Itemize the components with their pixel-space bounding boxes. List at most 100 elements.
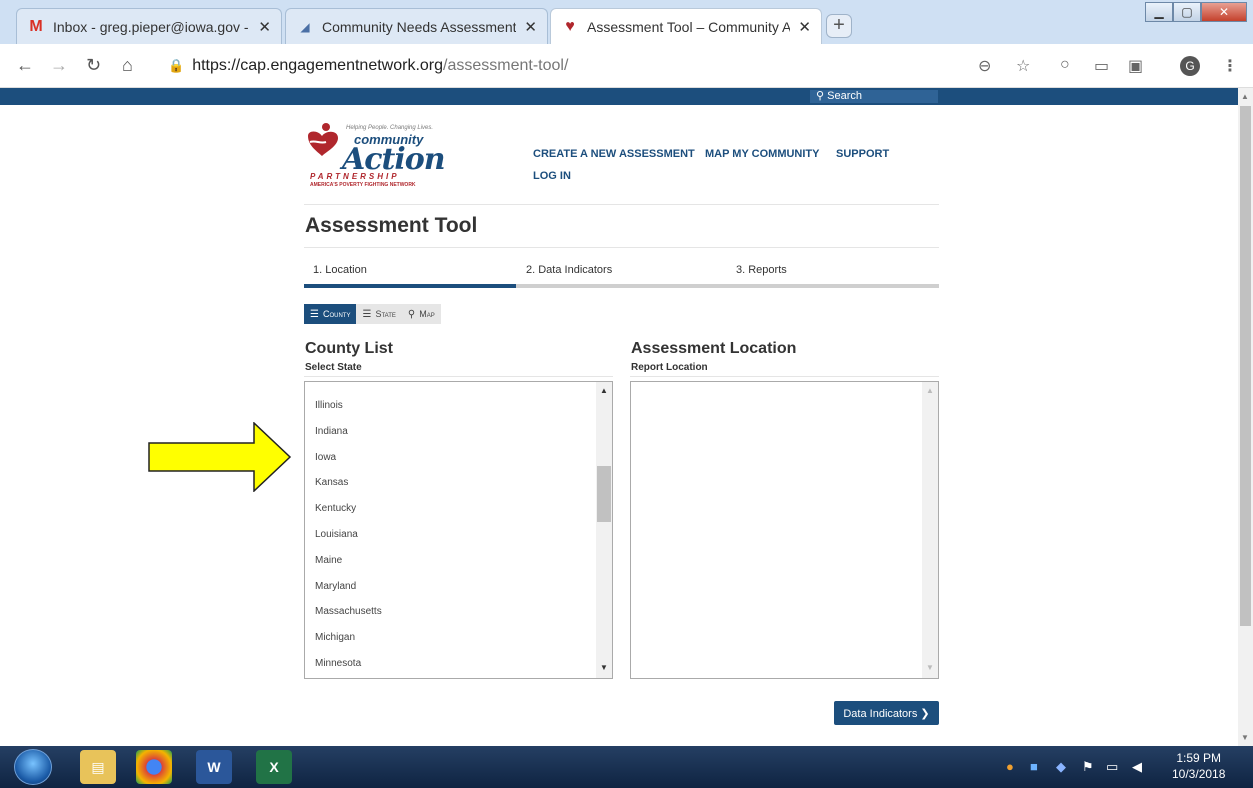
tab-map[interactable]: ⚲ Map [401,304,441,324]
community-action-logo[interactable]: Helping People. Changing Lives. communit… [304,120,446,192]
url-host: https://cap.engagementnetwork.org [192,57,444,74]
divider [304,204,939,205]
close-icon[interactable]: ✕ [524,18,537,36]
nav-create-assessment[interactable]: CREATE A NEW ASSESSMENT [533,148,695,160]
tab-label: County [322,309,351,319]
logo-tagline: Helping People. Changing Lives. [346,125,434,131]
gmail-icon: M [29,17,43,35]
clock-time: 1:59 PM [1176,751,1222,765]
tab-assessment-tool[interactable]: ♥ Assessment Tool – Community A ✕ [550,8,822,44]
tab-label: State [375,309,396,319]
tab-community-needs[interactable]: ◢ Community Needs Assessment T ✕ [285,8,548,44]
close-window-button[interactable]: ✕ [1201,2,1247,22]
step-progress: 1. Location 2. Data Indicators 3. Report… [304,262,939,288]
report-location-list[interactable]: ▲ ▼ [630,381,939,679]
scroll-down-icon[interactable]: ▼ [926,663,934,672]
tab-title: Assessment Tool – Community A [587,18,791,35]
list-item-iowa[interactable]: Iowa [315,452,336,463]
clock-date: 10/3/2018 [1172,767,1226,781]
maximize-button[interactable]: ▢ [1173,2,1201,22]
close-icon[interactable]: ✕ [258,18,271,36]
cna-icon: ◢ [300,19,310,34]
page-scrollbar[interactable]: ▲ ▼ [1238,88,1253,746]
list-icon: ☰ [362,308,372,320]
list-icon: ☰ [310,308,319,320]
chrome-icon[interactable] [136,750,172,784]
new-tab-button[interactable]: + [826,14,852,38]
state-select-list[interactable]: Illinois Indiana Iowa Kansas Kentucky Lo… [304,381,613,679]
profile-avatar[interactable]: G [1180,56,1200,76]
search-label: Search [827,90,862,102]
tab-state[interactable]: ☰ State [356,304,402,324]
map-marker-icon: ⚲ [407,308,416,320]
site-search-button[interactable]: ⚲ Search [810,90,938,103]
tray-network-app-icon[interactable]: ■ [1030,759,1038,774]
yellow-arrow-annotation [148,422,292,492]
menu-kebab-icon[interactable]: ⋮ [1222,56,1238,76]
windows-taskbar: ▤ W X ● ■ ◆ ⚑ ▭ ◀ 1:59 PM 10/3/2018 [0,746,1253,788]
step-location[interactable]: 1. Location [313,264,367,276]
word-icon[interactable]: W [196,750,232,784]
url-field[interactable]: 🔒 https://cap.engagementnetwork.org/asses… [168,57,568,75]
zoom-icon[interactable]: ⊖ [978,56,991,76]
back-icon[interactable]: ← [16,55,34,76]
scrollbar-thumb[interactable] [1240,106,1251,626]
list-item-michigan[interactable]: Michigan [315,632,355,643]
scrollbar-thumb[interactable] [597,466,611,522]
list-item-minnesota[interactable]: Minnesota [315,658,361,669]
volume-icon[interactable]: ◀ [1132,759,1142,775]
nav-map-my-community[interactable]: MAP MY COMMUNITY [705,148,820,160]
assessment-location-heading: Assessment Location [631,340,797,357]
home-icon[interactable]: ⌂ [122,55,133,76]
tray-app-icon[interactable]: ● [1006,759,1014,774]
scroll-up-icon[interactable]: ▲ [600,386,608,395]
excel-icon[interactable]: X [256,750,292,784]
lock-icon: 🔒 [168,58,185,73]
nav-log-in[interactable]: LOG IN [533,170,571,182]
reload-icon[interactable]: ↻ [86,55,101,76]
page-title: Assessment Tool [305,214,478,237]
report-location-label: Report Location [631,362,708,373]
tab-inbox[interactable]: M Inbox - greg.pieper@iowa.gov - ✕ [16,8,282,44]
scroll-up-icon[interactable]: ▲ [926,386,934,395]
list-item-louisiana[interactable]: Louisiana [315,529,358,540]
start-button[interactable] [14,749,52,785]
list-item-indiana[interactable]: Indiana [315,426,348,437]
divider [630,376,939,377]
list-item-kentucky[interactable]: Kentucky [315,503,356,514]
list-item-maryland[interactable]: Maryland [315,581,356,592]
state-list-scrollbar[interactable]: ▲ ▼ [596,382,612,678]
extension-circle-icon[interactable]: ○ [1060,56,1070,74]
minimize-button[interactable]: ▁ [1145,2,1173,22]
extension-g-icon[interactable]: ▣ [1128,56,1143,76]
system-clock[interactable]: 1:59 PM 10/3/2018 [1172,750,1225,782]
forward-icon[interactable]: → [50,55,68,76]
list-item-illinois[interactable]: Illinois [315,400,343,411]
step-active-indicator [304,284,516,288]
list-item-kansas[interactable]: Kansas [315,477,348,488]
report-list-scrollbar[interactable]: ▲ ▼ [922,382,938,678]
explorer-icon[interactable]: ▤ [80,750,116,784]
step-data-indicators[interactable]: 2. Data Indicators [526,264,612,276]
flag-icon[interactable]: ⚑ [1082,759,1094,775]
county-list-heading: County List [305,340,393,357]
browser-tab-bar: M Inbox - greg.pieper@iowa.gov - ✕ ◢ Com… [0,0,1253,44]
bookmark-star-icon[interactable]: ☆ [1016,56,1030,76]
address-bar: ← → ↻ ⌂ 🔒 https://cap.engagementnetwork.o… [0,44,1253,88]
nav-support[interactable]: SUPPORT [836,148,889,160]
list-item-massachusetts[interactable]: Massachusetts [315,606,382,617]
close-icon[interactable]: ✕ [798,18,811,36]
step-reports[interactable]: 3. Reports [736,264,787,276]
divider [304,247,939,248]
extension-window-icon[interactable]: ▭ [1094,56,1109,76]
tab-label: Map [419,309,435,319]
scroll-up-icon[interactable]: ▲ [1241,92,1249,101]
list-item-maine[interactable]: Maine [315,555,342,566]
tray-shield-icon[interactable]: ◆ [1056,759,1066,775]
scroll-down-icon[interactable]: ▼ [600,663,608,672]
network-icon[interactable]: ▭ [1106,759,1118,775]
tab-county[interactable]: ☰ County [304,304,357,324]
scroll-down-icon[interactable]: ▼ [1241,733,1249,742]
data-indicators-button[interactable]: Data Indicators ❯ [834,701,939,725]
divider [304,376,613,377]
